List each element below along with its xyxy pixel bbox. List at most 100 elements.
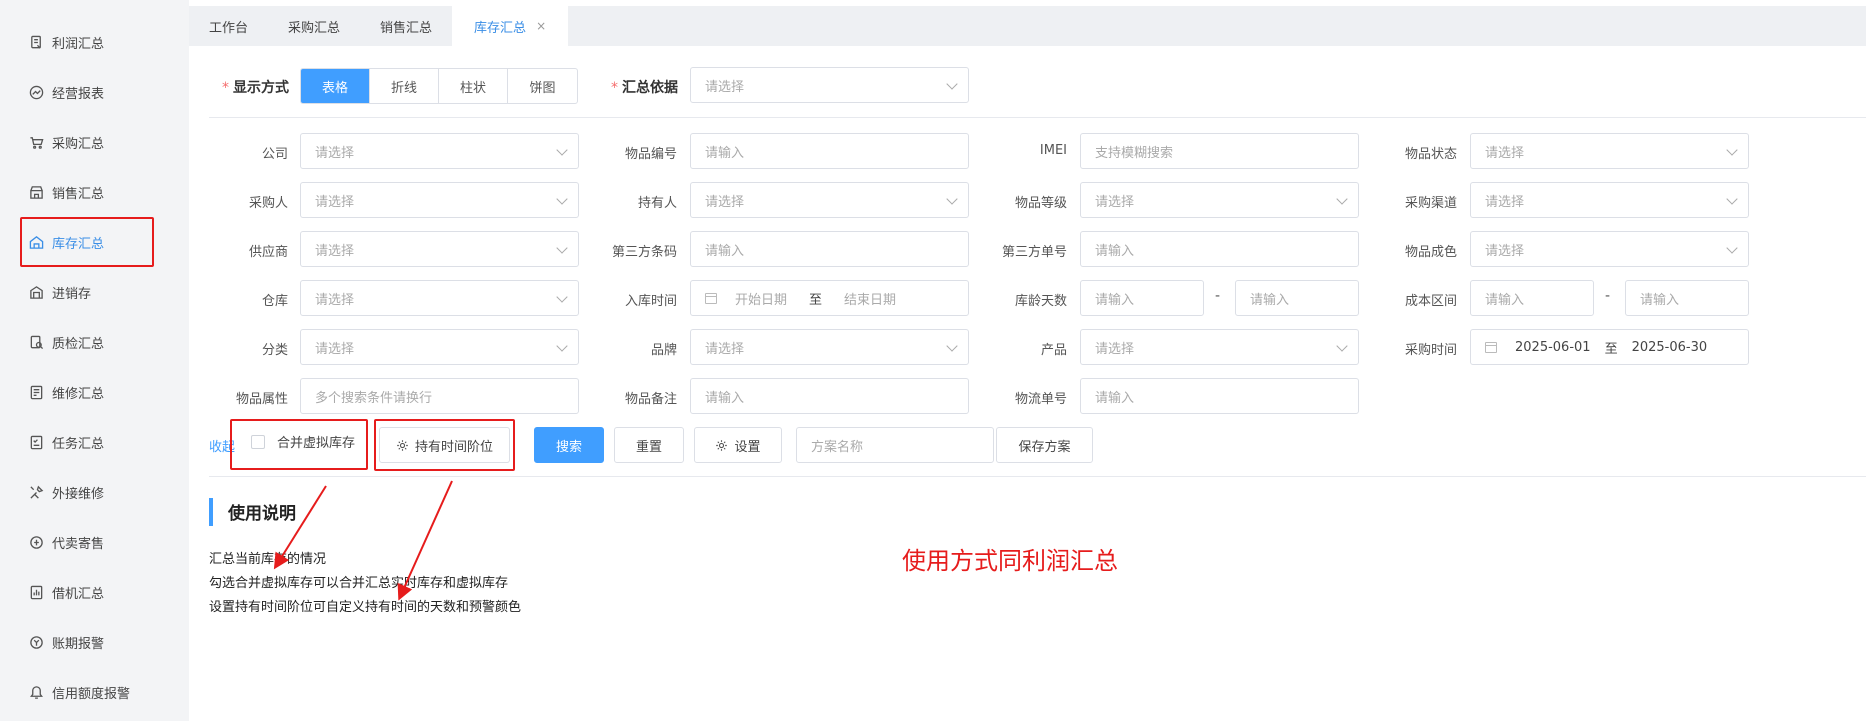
sidebar-item-sales-summary[interactable]: 销售汇总 — [28, 177, 104, 207]
product-label: 产品 — [1040, 343, 1067, 358]
required-mark: * — [222, 80, 229, 96]
sidebar-item-label: 销售汇总 — [52, 186, 105, 202]
merge-virtual-checkbox[interactable]: 合并虚拟库存 — [251, 432, 355, 451]
holder-select[interactable]: 请选择 — [690, 182, 969, 218]
sidebar-item-external-repair[interactable]: 外接维修 — [28, 477, 104, 507]
grade-select[interactable]: 请选择 — [1080, 182, 1359, 218]
imei-input[interactable]: 支持模糊搜索 — [1080, 133, 1359, 169]
placeholder: 请选择 — [315, 292, 355, 308]
hold-time-tiers-button[interactable]: 持有时间阶位 — [379, 427, 510, 463]
chevron-down-icon — [556, 291, 568, 303]
repair-icon — [28, 384, 44, 400]
in-time-label: 入库时间 — [624, 294, 677, 309]
bar-chart-icon — [28, 584, 44, 600]
placeholder: 请选择 — [315, 194, 355, 210]
brand-select[interactable]: 请选择 — [690, 329, 969, 365]
range-dash: - — [1605, 288, 1611, 304]
section-accent-bar — [209, 498, 213, 526]
sidebar-item-loaner-summary[interactable]: 借机汇总 — [28, 577, 104, 607]
third-order-label: 第三方单号 — [1001, 245, 1067, 260]
buy-time-range[interactable]: 2025-06-01 至 2025-06-30 — [1470, 329, 1749, 365]
warehouse-select[interactable]: 请选择 — [300, 280, 579, 316]
sidebar-item-in-out-stock[interactable]: 进销存 — [28, 277, 91, 307]
display-mode-line[interactable]: 折线 — [370, 69, 439, 103]
sidebar-item-payment-alarm[interactable]: 账期报警 — [28, 627, 104, 657]
sidebar-item-label: 信用额度报警 — [52, 686, 131, 702]
report-icon — [28, 34, 44, 50]
remark-input[interactable]: 请输入 — [690, 378, 969, 414]
hold-time-tiers-label: 持有时间阶位 — [414, 439, 493, 455]
tab-purchase-summary[interactable]: 采购汇总 — [268, 6, 360, 46]
summary-basis-label-text: 汇总依据 — [622, 80, 678, 96]
save-scheme-button[interactable]: 保存方案 — [996, 427, 1093, 463]
third-code-input[interactable]: 请输入 — [690, 231, 969, 267]
logistics-input[interactable]: 请输入 — [1080, 378, 1359, 414]
buyer-select[interactable]: 请选择 — [300, 182, 579, 218]
instruction-line: 设置持有时间阶位可自定义持有时间的天数和预警颜色 — [209, 600, 522, 615]
attr-textarea[interactable]: 多个搜索条件请换行 — [300, 378, 579, 414]
cost-max-input[interactable]: 请输入 — [1625, 280, 1749, 316]
display-mode-label: * 显示方式 — [222, 77, 289, 97]
channel-select[interactable]: 请选择 — [1470, 182, 1749, 218]
required-mark: * — [611, 80, 618, 96]
cart-icon — [28, 134, 44, 150]
sidebar-item-label: 经营报表 — [52, 86, 105, 102]
instructions-title: 使用说明 — [228, 504, 296, 524]
checkbox-box[interactable] — [251, 434, 265, 449]
chevron-down-icon — [556, 193, 568, 205]
settings-button[interactable]: 设置 — [694, 427, 782, 463]
display-mode-bar[interactable]: 柱状 — [439, 69, 508, 103]
placeholder: 方案名称 — [811, 439, 864, 455]
age-days-min-input[interactable]: 请输入 — [1080, 280, 1204, 316]
summary-basis-label: * 汇总依据 — [611, 77, 678, 97]
sidebar-item-credit-alarm[interactable]: 信用额度报警 — [28, 677, 130, 707]
chevron-down-icon — [1336, 340, 1348, 352]
sidebar-item-qc-summary[interactable]: 质检汇总 — [28, 327, 104, 357]
sidebar-item-repair-summary[interactable]: 维修汇总 — [28, 377, 104, 407]
chevron-down-icon — [556, 242, 568, 254]
placeholder: 请选择 — [315, 145, 355, 161]
in-time-range[interactable]: 开始日期 至 结束日期 — [690, 280, 969, 316]
sidebar-item-label: 外接维修 — [52, 486, 105, 502]
reset-button[interactable]: 重置 — [614, 427, 684, 463]
inspect-icon — [28, 334, 44, 350]
collapse-link[interactable]: 收起 — [209, 436, 235, 455]
sidebar-item-purchase-summary[interactable]: 采购汇总 — [28, 127, 104, 157]
sidebar-item-profit-summary[interactable]: 利润汇总 — [28, 27, 104, 57]
company-select[interactable]: 请选择 — [300, 133, 579, 169]
category-select[interactable]: 请选择 — [300, 329, 579, 365]
close-icon[interactable]: × — [536, 19, 546, 33]
sidebar-item-consignment[interactable]: 代卖寄售 — [28, 527, 104, 557]
channel-label: 采购渠道 — [1404, 196, 1457, 211]
age-days-max-input[interactable]: 请输入 — [1235, 280, 1359, 316]
product-select[interactable]: 请选择 — [1080, 329, 1359, 365]
tab-sales-summary[interactable]: 销售汇总 — [360, 6, 452, 46]
start-date-placeholder: 开始日期 — [735, 292, 788, 308]
sidebar-item-task-summary[interactable]: 任务汇总 — [28, 427, 104, 457]
summary-basis-select[interactable]: 请选择 — [690, 67, 969, 103]
consign-icon — [28, 534, 44, 550]
settings-label: 设置 — [734, 439, 761, 455]
placeholder: 请输入 — [1485, 292, 1525, 308]
tab-label: 销售汇总 — [380, 20, 433, 36]
item-status-select[interactable]: 请选择 — [1470, 133, 1749, 169]
display-mode-label-text: 显示方式 — [233, 80, 289, 96]
display-mode-table[interactable]: 表格 — [301, 69, 370, 103]
display-mode-pie[interactable]: 饼图 — [508, 69, 577, 103]
item-no-input[interactable]: 请输入 — [690, 133, 969, 169]
search-button[interactable]: 搜索 — [534, 427, 604, 463]
third-order-input[interactable]: 请输入 — [1080, 231, 1359, 267]
tab-inventory-summary[interactable]: 库存汇总 × — [452, 6, 569, 46]
supplier-select[interactable]: 请选择 — [300, 231, 579, 267]
start-date-value: 2025-06-01 — [1515, 339, 1591, 355]
sidebar-item-inventory-summary[interactable]: 库存汇总 — [28, 227, 104, 257]
range-dash: - — [1215, 288, 1221, 304]
sidebar-item-business-report[interactable]: 经营报表 — [28, 77, 104, 107]
placeholder: 请输入 — [705, 243, 745, 259]
tab-workbench[interactable]: 工作台 — [189, 6, 268, 46]
cost-min-input[interactable]: 请输入 — [1470, 280, 1594, 316]
placeholder: 请输入 — [1095, 243, 1135, 259]
chevron-down-icon — [556, 144, 568, 156]
scheme-name-input[interactable]: 方案名称 — [796, 427, 994, 463]
color-select[interactable]: 请选择 — [1470, 231, 1749, 267]
